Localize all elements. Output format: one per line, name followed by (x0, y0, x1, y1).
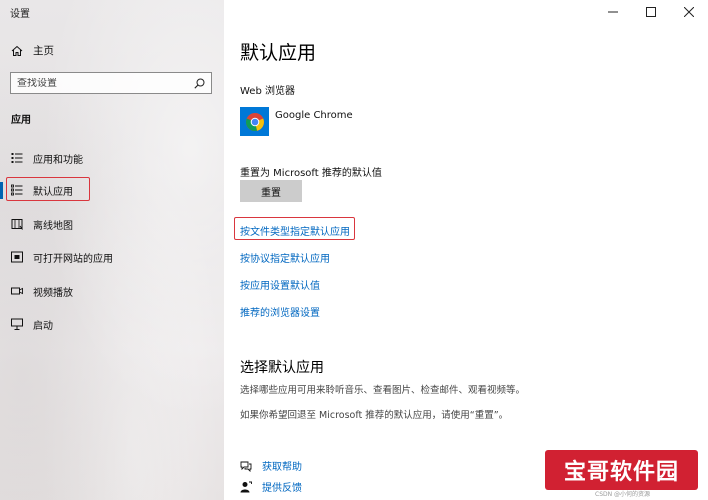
home-nav-item[interactable]: 主页 (11, 43, 54, 58)
choose-default-title: 选择默认应用 (240, 360, 324, 376)
default-browser-selector[interactable]: Google Chrome (240, 107, 353, 136)
reset-label: 重置为 Microsoft 推荐的默认值 (240, 168, 382, 179)
choose-description: 选择哪些应用可用来聆听音乐、查看图片、检查邮件、观看视频等。 (240, 385, 526, 396)
sidebar-item-label: 应用和功能 (33, 154, 83, 166)
maximize-button[interactable] (632, 0, 670, 24)
sidebar-item-offline-maps[interactable]: 离线地图 (0, 211, 224, 237)
offline-maps-icon (11, 218, 23, 230)
feedback-link[interactable]: 提供反馈 (262, 479, 302, 494)
startup-icon (11, 318, 23, 330)
search-box[interactable] (10, 72, 212, 94)
sidebar-item-label: 视频播放 (33, 287, 73, 299)
link-browser-settings[interactable]: 推荐的浏览器设置 (240, 304, 320, 319)
section-label: 应用 (11, 115, 31, 126)
browser-name: Google Chrome (275, 110, 353, 121)
browser-tile[interactable] (240, 107, 269, 136)
watermark-logo: 宝哥软件园 (545, 450, 698, 490)
get-help-link[interactable]: 获取帮助 (262, 458, 302, 473)
home-label: 主页 (33, 45, 54, 57)
minimize-button[interactable] (594, 0, 632, 24)
sidebar-item-label: 可打开网站的应用 (33, 253, 113, 265)
link-by-protocol[interactable]: 按协议指定默认应用 (240, 250, 330, 265)
window-controls (594, 0, 708, 24)
search-input[interactable] (17, 77, 187, 89)
search-icon[interactable] (194, 78, 205, 89)
home-icon (11, 45, 23, 56)
get-help-row[interactable]: 获取帮助 (240, 458, 302, 473)
link-by-file-type[interactable]: 按文件类型指定默认应用 (240, 223, 350, 238)
close-button[interactable] (670, 0, 708, 24)
settings-window: 设置 主页 应用 (0, 0, 708, 500)
main-pane: 默认应用 Web 浏览器 Google Chrome 重置为 Microsoft… (224, 0, 708, 500)
sidebar-item-label: 离线地图 (33, 220, 73, 232)
link-by-app[interactable]: 按应用设置默认值 (240, 277, 320, 292)
apps-for-websites-icon (11, 251, 23, 263)
reset-button[interactable]: 重置 (240, 180, 302, 202)
sidebar-item-label: 启动 (33, 320, 53, 332)
web-browser-label: Web 浏览器 (240, 86, 295, 97)
sidebar: 设置 主页 应用 (0, 0, 224, 500)
reset-note: 如果你希望回退至 Microsoft 推荐的默认应用，请使用“重置”。 (240, 410, 509, 421)
sidebar-item-default-apps[interactable]: 默认应用 (0, 177, 224, 203)
watermark-caption: CSDN @小何的资源 (595, 491, 651, 498)
sidebar-item-video-playback[interactable]: 视频播放 (0, 278, 224, 304)
video-playback-icon (11, 285, 23, 297)
feedback-icon (240, 481, 252, 492)
help-chat-icon (240, 461, 252, 472)
close-icon (684, 7, 694, 17)
highlight-box (6, 177, 90, 201)
page-title: 默认应用 (240, 42, 317, 64)
sidebar-item-startup[interactable]: 启动 (0, 311, 224, 337)
apps-list-icon (11, 152, 23, 164)
sidebar-item-apps-for-websites[interactable]: 可打开网站的应用 (0, 244, 224, 270)
app-title: 设置 (10, 9, 30, 20)
sidebar-item-apps-features[interactable]: 应用和功能 (0, 145, 224, 171)
minimize-icon (608, 11, 618, 13)
chrome-icon (245, 112, 264, 131)
feedback-row[interactable]: 提供反馈 (240, 479, 302, 494)
maximize-icon (646, 7, 656, 17)
